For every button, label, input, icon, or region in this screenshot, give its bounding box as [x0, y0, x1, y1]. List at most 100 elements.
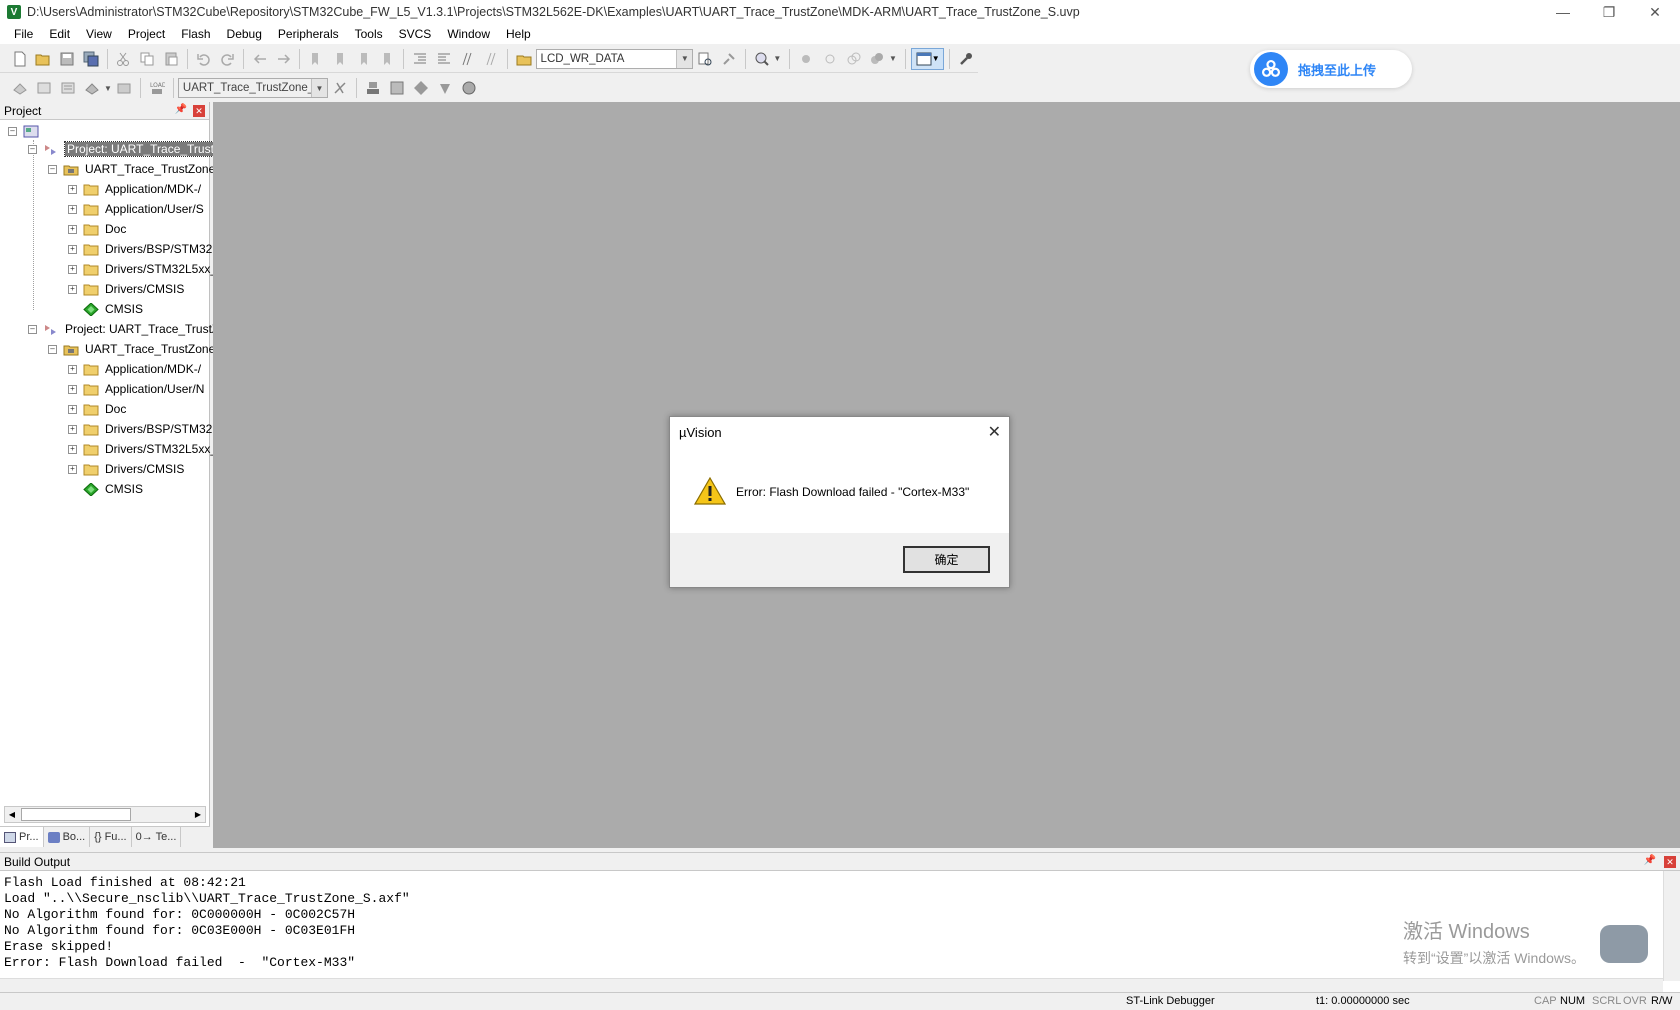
- rebuild-icon[interactable]: [57, 77, 79, 99]
- scroll-left-icon[interactable]: ◀: [5, 807, 19, 822]
- menu-project[interactable]: Project: [120, 27, 173, 41]
- scroll-right-icon[interactable]: ▶: [191, 807, 205, 822]
- expand-icon[interactable]: +: [68, 444, 77, 454]
- collapse-icon[interactable]: –: [48, 164, 57, 174]
- manage-multi-project-icon[interactable]: [386, 77, 408, 99]
- breakpoint-disable-all-icon[interactable]: [843, 48, 865, 70]
- select-packs-icon[interactable]: [434, 77, 456, 99]
- target-options-icon[interactable]: [329, 77, 351, 99]
- undo-icon[interactable]: [193, 48, 215, 70]
- incremental-find-icon[interactable]: [694, 48, 716, 70]
- breakpoint-kill-all-icon[interactable]: [866, 48, 888, 70]
- tree-node-cmsis[interactable]: CMSIS: [83, 480, 143, 498]
- collapse-icon[interactable]: –: [48, 344, 57, 354]
- translate-icon[interactable]: [9, 77, 31, 99]
- breakpoint-insert-icon[interactable]: [795, 48, 817, 70]
- tree-node-group[interactable]: + Drivers/STM32L5xx_: [68, 260, 217, 278]
- chevron-down-icon[interactable]: ▼: [310, 79, 327, 97]
- find-combo[interactable]: LCD_WR_DATA ▼: [535, 48, 694, 69]
- cut-icon[interactable]: [113, 48, 135, 70]
- window-layout-icon[interactable]: ▼: [910, 47, 945, 70]
- menu-edit[interactable]: Edit: [41, 27, 78, 41]
- bookmark-insert-icon[interactable]: [305, 48, 327, 70]
- tree-node-group[interactable]: + Drivers/CMSIS: [68, 280, 184, 298]
- expand-icon[interactable]: +: [68, 284, 77, 294]
- tree-node-group[interactable]: + Drivers/CMSIS: [68, 460, 184, 478]
- expand-icon[interactable]: +: [68, 224, 77, 234]
- expand-icon[interactable]: +: [68, 424, 77, 434]
- workspace-root[interactable]: –: [8, 122, 45, 140]
- tree-node-group[interactable]: + Application/MDK-/: [68, 180, 201, 198]
- tree-node-target-1[interactable]: – UART_Trace_TrustZone_: [48, 160, 222, 178]
- tree-node-target-2[interactable]: – UART_Trace_TrustZone_: [48, 340, 222, 358]
- unindent-icon[interactable]: [433, 48, 455, 70]
- tree-node-project-1[interactable]: – Project: UART_Trace_TrustZ: [28, 140, 225, 158]
- redo-icon[interactable]: [216, 48, 238, 70]
- menu-view[interactable]: View: [78, 27, 120, 41]
- expand-icon[interactable]: +: [68, 364, 77, 374]
- expand-icon[interactable]: +: [68, 404, 77, 414]
- tab-templates[interactable]: 0→ Te...: [132, 827, 182, 847]
- build-icon[interactable]: [33, 77, 55, 99]
- cloud-upload-widget[interactable]: 拖拽至此上传: [1250, 50, 1412, 88]
- menu-window[interactable]: Window: [439, 27, 498, 41]
- target-select[interactable]: UART_Trace_TrustZone_S ▼: [177, 78, 328, 98]
- open-folder-icon[interactable]: [33, 48, 55, 70]
- debug-session-icon[interactable]: [751, 48, 773, 70]
- ok-button[interactable]: 确定: [903, 546, 990, 573]
- tree-node-group[interactable]: + Drivers/STM32L5xx_: [68, 440, 217, 458]
- tree-node-cmsis[interactable]: CMSIS: [83, 300, 143, 318]
- save-icon[interactable]: [56, 48, 78, 70]
- bookmark-prev-icon[interactable]: [329, 48, 351, 70]
- expand-icon[interactable]: +: [68, 464, 77, 474]
- new-file-icon[interactable]: [9, 48, 31, 70]
- copy-icon[interactable]: [136, 48, 158, 70]
- minimize-button[interactable]: —: [1540, 0, 1586, 24]
- scroll-thumb[interactable]: [21, 808, 131, 821]
- tree-node-group[interactable]: + Drivers/BSP/STM32: [68, 240, 212, 258]
- expand-icon[interactable]: +: [68, 244, 77, 254]
- pack-installer-icon[interactable]: [458, 77, 480, 99]
- expand-icon[interactable]: +: [68, 264, 77, 274]
- dialog-close-icon[interactable]: ✕: [988, 422, 1001, 442]
- nav-forward-icon[interactable]: [273, 48, 295, 70]
- menu-file[interactable]: File: [6, 27, 41, 41]
- tree-node-group[interactable]: + Application/User/N: [68, 380, 204, 398]
- tree-node-project-2[interactable]: – Project: UART_Trace_TrustZ: [28, 320, 219, 338]
- nav-back-icon[interactable]: [249, 48, 271, 70]
- bookmark-clear-icon[interactable]: [376, 48, 398, 70]
- bookmark-next-icon[interactable]: [353, 48, 375, 70]
- paste-icon[interactable]: [160, 48, 182, 70]
- find-in-files-icon[interactable]: [513, 48, 535, 70]
- tree-node-group[interactable]: + Drivers/BSP/STM32: [68, 420, 212, 438]
- expand-icon[interactable]: +: [68, 384, 77, 394]
- tree-node-group[interactable]: + Doc: [68, 220, 126, 238]
- build-output-text[interactable]: Flash Load finished at 08:42:21 Load "..…: [4, 875, 410, 971]
- close-window-button[interactable]: ✕: [1632, 0, 1678, 24]
- build-vertical-scrollbar[interactable]: [1663, 871, 1680, 981]
- breakpoint-disable-icon[interactable]: [819, 48, 841, 70]
- tree-node-group[interactable]: + Application/MDK-/: [68, 360, 201, 378]
- menu-peripherals[interactable]: Peripherals: [270, 27, 347, 41]
- menu-flash[interactable]: Flash: [173, 27, 218, 41]
- menu-debug[interactable]: Debug: [219, 27, 270, 41]
- collapse-icon[interactable]: –: [28, 144, 37, 154]
- manage-project-items-icon[interactable]: [362, 77, 384, 99]
- collapse-icon[interactable]: –: [28, 324, 37, 334]
- stop-build-icon[interactable]: [113, 77, 135, 99]
- uncomment-icon[interactable]: [480, 48, 502, 70]
- menu-svcs[interactable]: SVCS: [391, 27, 440, 41]
- tab-project[interactable]: Pr...: [0, 827, 44, 847]
- tree-node-group[interactable]: + Doc: [68, 400, 126, 418]
- menu-tools[interactable]: Tools: [347, 27, 391, 41]
- save-all-icon[interactable]: [80, 48, 102, 70]
- indent-icon[interactable]: [409, 48, 431, 70]
- build-horizontal-scrollbar[interactable]: [0, 978, 1663, 992]
- close-icon[interactable]: ✕: [1664, 856, 1676, 868]
- comment-icon[interactable]: [457, 48, 479, 70]
- tree-node-group[interactable]: + Application/User/S: [68, 200, 204, 218]
- pin-icon[interactable]: 📌: [175, 104, 187, 115]
- close-icon[interactable]: ✕: [193, 105, 205, 117]
- tab-functions[interactable]: {} Fu...: [90, 827, 132, 847]
- find-icon[interactable]: [718, 48, 740, 70]
